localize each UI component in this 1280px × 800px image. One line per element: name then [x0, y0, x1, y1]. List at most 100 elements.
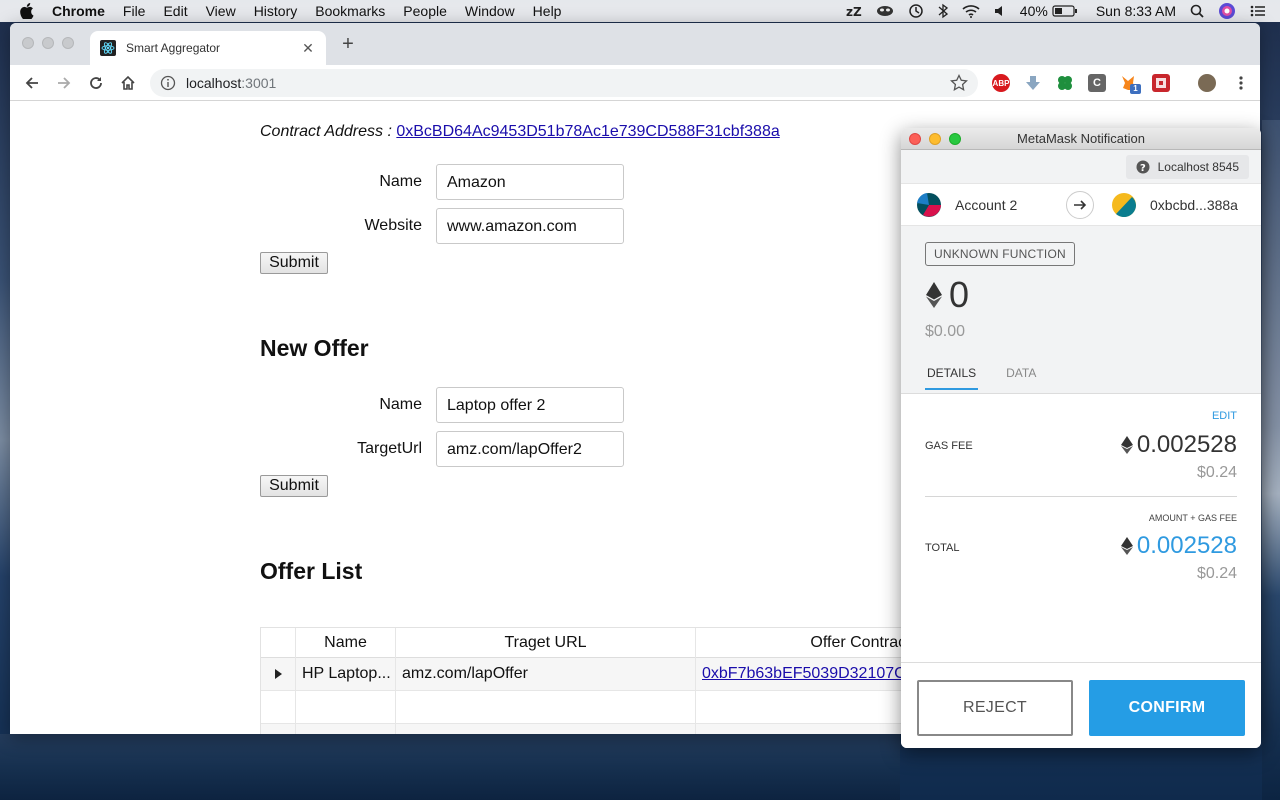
target-url-input[interactable]: amz.com/lapOffer2	[436, 431, 624, 467]
profile-avatar[interactable]	[1198, 74, 1216, 92]
metamask-window-title: MetaMask Notification	[1017, 131, 1145, 146]
aggregator-submit-button[interactable]: Submit	[260, 252, 328, 274]
edit-gas-link[interactable]: EDIT	[1212, 410, 1237, 422]
mm-zoom-button[interactable]	[949, 133, 961, 145]
aggregator-name-input[interactable]: Amazon	[436, 164, 624, 200]
total-fiat: $0.24	[1196, 565, 1237, 582]
mm-minimize-button[interactable]	[929, 133, 941, 145]
bluetooth-icon[interactable]	[938, 3, 948, 19]
offer-contract-cell: 0xbF7b63bEF5039D32107C	[696, 658, 919, 690]
zoom-window-button[interactable]	[62, 37, 74, 49]
reject-button[interactable]: REJECT	[917, 680, 1073, 736]
menu-edit[interactable]: Edit	[163, 3, 187, 19]
site-info-icon[interactable]	[160, 75, 176, 91]
adblock-plus-icon[interactable]: ABP	[992, 74, 1010, 92]
clover-extension-icon[interactable]	[1056, 74, 1074, 92]
offer-name-input[interactable]: Laptop offer 2	[436, 387, 624, 423]
clock[interactable]: Sun 8:33 AM	[1096, 3, 1176, 19]
back-button[interactable]	[22, 73, 42, 93]
notification-center-icon[interactable]	[1250, 4, 1266, 18]
battery-percent: 40%	[1019, 3, 1048, 19]
sleep-icon[interactable]: zZ	[846, 4, 862, 18]
ethereum-icon	[926, 282, 942, 308]
divider	[925, 496, 1237, 497]
gas-fee-eth: 0.002528	[1136, 431, 1237, 458]
empty-cell	[296, 691, 396, 723]
new-offer-heading: New Offer	[260, 335, 369, 361]
column-header-name[interactable]: Name	[296, 628, 396, 658]
empty-cell	[396, 724, 696, 734]
menu-bookmarks[interactable]: Bookmarks	[315, 3, 385, 19]
action-footer: REJECT CONFIRM	[901, 662, 1261, 748]
website-row: Website www.amazon.com	[260, 208, 640, 244]
detail-tabs: DETAILS DATA	[925, 366, 1064, 390]
battery-icon[interactable]	[1052, 4, 1078, 18]
aggregator-name-row: Name Amazon	[260, 164, 640, 200]
website-input[interactable]: www.amazon.com	[436, 208, 624, 244]
home-button[interactable]	[118, 73, 138, 93]
metamask-notification-window: MetaMask Notification ? Localhost 8545 A…	[901, 128, 1261, 748]
expand-row-icon[interactable]	[261, 658, 296, 690]
desktop-background	[0, 734, 900, 800]
tab-details[interactable]: DETAILS	[925, 366, 979, 390]
menu-window[interactable]: Window	[465, 3, 515, 19]
column-header-target-url[interactable]: Traget URL	[396, 628, 696, 658]
bookmark-star-icon[interactable]	[950, 73, 968, 95]
chrome-menu-icon[interactable]	[1232, 74, 1250, 92]
url-port: :3001	[241, 75, 277, 91]
network-indicator[interactable]: ? Localhost 8545	[1125, 155, 1249, 179]
empty-row	[261, 724, 919, 734]
desktop-background-edge	[1262, 120, 1280, 800]
offer-submit-button[interactable]: Submit	[260, 475, 328, 497]
from-account-name[interactable]: Account 2	[955, 197, 1017, 213]
tab-title: Smart Aggregator	[126, 41, 221, 55]
tab-smart-aggregator[interactable]: Smart Aggregator ✕	[90, 31, 326, 65]
siri-icon[interactable]	[1218, 2, 1236, 20]
menu-help[interactable]: Help	[533, 3, 562, 19]
wifi-icon[interactable]	[962, 4, 980, 18]
table-row[interactable]: HP Laptop... amz.com/lapOffer 0xbF7b63bE…	[261, 658, 919, 691]
forward-button[interactable]	[54, 73, 74, 93]
menu-file[interactable]: File	[123, 3, 146, 19]
column-header-offer-contract[interactable]: Offer Contract	[696, 628, 919, 658]
contract-address-link[interactable]: 0xBcBD64Ac9453D51b78Ac1e739CD588F31cbf38…	[396, 123, 779, 140]
offer-contract-link[interactable]: 0xbF7b63bEF5039D32107C	[702, 665, 906, 682]
total-label: TOTAL	[925, 542, 960, 554]
tab-data[interactable]: DATA	[1004, 366, 1038, 390]
url-text: localhost:3001	[186, 75, 276, 91]
close-window-button[interactable]	[22, 37, 34, 49]
confirm-button[interactable]: CONFIRM	[1089, 680, 1245, 736]
menu-history[interactable]: History	[254, 3, 298, 19]
download-extension-icon[interactable]	[1024, 74, 1042, 92]
recipient-address[interactable]: 0xbcbd...388a	[1150, 197, 1238, 213]
contract-address-line: Contract Address : 0xBcBD64Ac9453D51b78A…	[260, 123, 780, 141]
empty-cell	[396, 691, 696, 723]
address-bar[interactable]: localhost:3001	[150, 69, 978, 97]
mm-close-button[interactable]	[909, 133, 921, 145]
network-bar: ? Localhost 8545	[901, 150, 1261, 184]
menu-app-name[interactable]: Chrome	[52, 3, 105, 19]
puzzle-extension-icon[interactable]	[1152, 74, 1170, 92]
mask-app-icon[interactable]	[876, 4, 894, 18]
empty-cell	[261, 691, 296, 723]
empty-cell	[296, 724, 396, 734]
metamask-badge: 1	[1130, 84, 1141, 94]
menu-people[interactable]: People	[403, 3, 447, 19]
time-machine-icon[interactable]	[908, 3, 924, 19]
close-tab-icon[interactable]: ✕	[300, 40, 316, 57]
metamask-fox-icon[interactable]: 1	[1120, 74, 1141, 94]
empty-cell	[261, 724, 296, 734]
new-tab-button[interactable]: +	[338, 34, 358, 55]
spotlight-search-icon[interactable]	[1190, 4, 1204, 18]
contract-address-label: Contract Address :	[260, 123, 392, 140]
offer-list-grid: Name Traget URL Offer Contract HP Laptop…	[260, 627, 920, 734]
aggregator-name-label: Name	[379, 173, 422, 190]
apple-logo-icon[interactable]	[20, 3, 38, 19]
account-identicon	[917, 193, 941, 222]
reload-button[interactable]	[86, 73, 106, 93]
volume-icon[interactable]	[994, 4, 1006, 18]
target-url-row: TargetUrl amz.com/lapOffer2	[260, 431, 640, 467]
minimize-window-button[interactable]	[42, 37, 54, 49]
menu-view[interactable]: View	[206, 3, 236, 19]
c-extension-icon[interactable]: C	[1088, 74, 1106, 92]
